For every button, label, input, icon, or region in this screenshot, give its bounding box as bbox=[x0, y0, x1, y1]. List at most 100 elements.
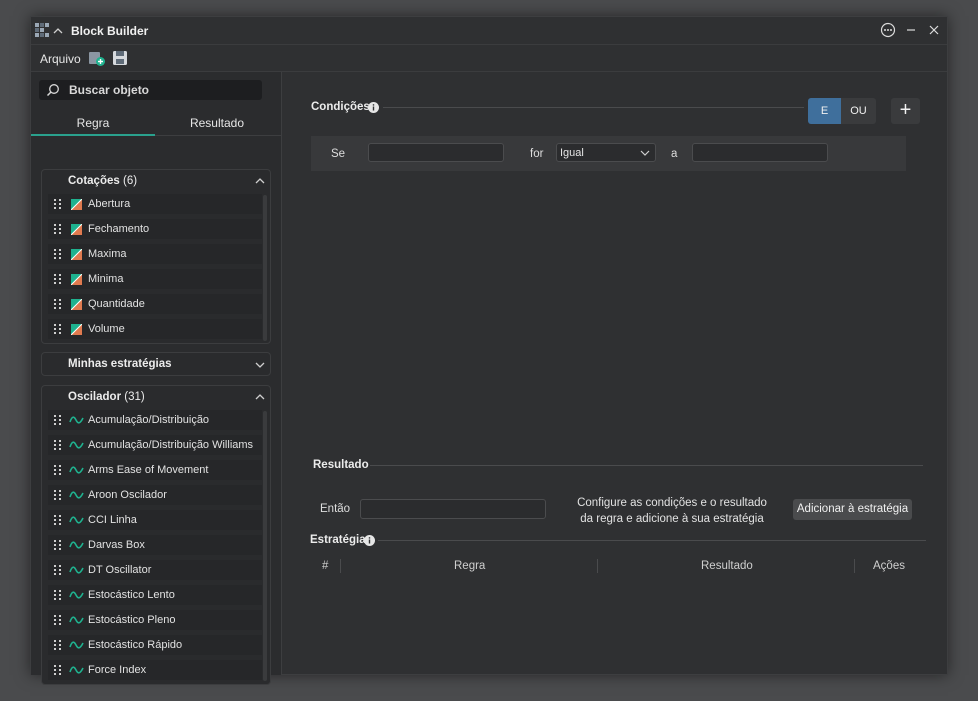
drag-handle-icon[interactable] bbox=[54, 199, 62, 209]
app-logo-icon bbox=[35, 23, 49, 37]
column-header-resultado[interactable]: Resultado bbox=[701, 560, 753, 572]
group-header-minhas-estrategias[interactable]: Minhas estratégias bbox=[42, 353, 270, 375]
group-header-cotacoes[interactable]: Cotações (6) bbox=[42, 170, 270, 192]
list-item[interactable]: Abertura bbox=[48, 194, 262, 214]
list-item-label: Estocástico Lento bbox=[88, 589, 175, 601]
list-item[interactable]: Aroon Oscilador bbox=[48, 485, 262, 505]
info-icon[interactable] bbox=[364, 535, 375, 546]
logic-or-button[interactable]: OU bbox=[841, 98, 876, 124]
list-item-label: Fechamento bbox=[88, 223, 150, 235]
search-placeholder: Buscar objeto bbox=[69, 83, 150, 97]
list-item[interactable]: DT Oscillator bbox=[48, 560, 262, 580]
column-header-acoes[interactable]: Ações bbox=[873, 560, 905, 572]
list-item[interactable]: Acumulação/Distribuição bbox=[48, 410, 262, 430]
group-title: Cotações (6) bbox=[68, 175, 138, 187]
info-icon[interactable] bbox=[368, 102, 379, 113]
drag-handle-icon[interactable] bbox=[54, 565, 62, 575]
search-input[interactable]: Buscar objeto bbox=[39, 80, 262, 100]
help-text: Configure as condições e o resultado da … bbox=[577, 497, 767, 525]
list-item-label: Force Index bbox=[88, 664, 147, 676]
group-scrollbar[interactable] bbox=[263, 411, 267, 681]
list-item-label: Arms Ease of Movement bbox=[88, 464, 209, 476]
minimize-icon[interactable] bbox=[902, 21, 920, 39]
drag-handle-icon[interactable] bbox=[54, 615, 62, 625]
drag-handle-icon[interactable] bbox=[54, 515, 62, 525]
drag-handle-icon[interactable] bbox=[54, 440, 62, 450]
list-item[interactable]: Estocástico Pleno bbox=[48, 610, 262, 630]
tab-resultado[interactable]: Resultado bbox=[155, 116, 279, 130]
collapse-caret-icon[interactable] bbox=[53, 26, 63, 36]
close-icon[interactable] bbox=[925, 21, 943, 39]
group-scrollbar[interactable] bbox=[263, 195, 267, 341]
list-item[interactable]: Arms Ease of Movement bbox=[48, 460, 262, 480]
chevron-up-icon[interactable] bbox=[254, 391, 266, 403]
logic-and-button[interactable]: E bbox=[808, 98, 841, 124]
title-bar: Block Builder bbox=[31, 17, 947, 45]
a-label: a bbox=[671, 148, 678, 160]
list-item[interactable]: Fechamento bbox=[48, 219, 262, 239]
list-item[interactable]: Darvas Box bbox=[48, 535, 262, 555]
drag-handle-icon[interactable] bbox=[54, 274, 62, 284]
drag-handle-icon[interactable] bbox=[54, 324, 62, 334]
quote-series-icon bbox=[71, 274, 82, 285]
condition-row: Se for Igual a bbox=[311, 136, 906, 171]
drag-handle-icon[interactable] bbox=[54, 490, 62, 500]
list-item[interactable]: Maxima bbox=[48, 244, 262, 264]
drag-handle-icon[interactable] bbox=[54, 224, 62, 234]
list-item[interactable]: Estocástico Lento bbox=[48, 585, 262, 605]
comparison-select[interactable]: Igual bbox=[556, 143, 656, 162]
list-item[interactable]: Quantidade bbox=[48, 294, 262, 314]
condition-left-input[interactable] bbox=[368, 143, 504, 162]
group-header-oscilador[interactable]: Oscilador (31) bbox=[42, 386, 270, 408]
column-header-number[interactable]: # bbox=[322, 560, 328, 572]
drag-handle-icon[interactable] bbox=[54, 465, 62, 475]
rule-editor: Condições E OU + Se for Igual a Resultad… bbox=[282, 72, 947, 675]
list-item-label: Estocástico Pleno bbox=[88, 614, 176, 626]
list-item-label: Estocástico Rápido bbox=[88, 639, 183, 651]
oscillator-wave-icon bbox=[69, 591, 84, 599]
condition-right-input[interactable] bbox=[692, 143, 828, 162]
divider bbox=[370, 465, 923, 466]
oscillator-wave-icon bbox=[69, 516, 84, 524]
se-label: Se bbox=[331, 148, 346, 160]
tab-regra[interactable]: Regra bbox=[31, 116, 155, 130]
column-separator bbox=[854, 559, 855, 573]
save-icon[interactable] bbox=[111, 49, 129, 67]
list-item[interactable]: Estocástico Rápido bbox=[48, 635, 262, 655]
column-separator bbox=[597, 559, 598, 573]
list-item-label: Aroon Oscilador bbox=[88, 489, 167, 501]
for-label: for bbox=[530, 148, 544, 160]
list-item[interactable]: Volume bbox=[48, 319, 262, 339]
list-item[interactable]: Minima bbox=[48, 269, 262, 289]
list-item-label: Acumulação/Distribuição Williams bbox=[88, 439, 254, 451]
add-condition-button[interactable]: + bbox=[891, 98, 920, 124]
block-builder-window: Block Builder Arquivo Buscar objeto Regr… bbox=[30, 16, 948, 685]
drag-handle-icon[interactable] bbox=[54, 415, 62, 425]
oscillator-wave-icon bbox=[69, 466, 84, 474]
drag-handle-icon[interactable] bbox=[54, 540, 62, 550]
list-item-label: Minima bbox=[88, 273, 124, 285]
search-icon bbox=[46, 84, 59, 97]
oscillator-wave-icon bbox=[69, 416, 84, 424]
column-separator bbox=[340, 559, 341, 573]
drag-handle-icon[interactable] bbox=[54, 640, 62, 650]
column-header-regra[interactable]: Regra bbox=[454, 560, 485, 572]
conditions-label: Condições bbox=[311, 101, 370, 113]
chevron-up-icon[interactable] bbox=[254, 175, 266, 187]
list-item[interactable]: Force Index bbox=[48, 660, 262, 680]
add-to-strategy-button[interactable]: Adicionar à estratégia bbox=[793, 499, 912, 520]
list-item[interactable]: CCI Linha bbox=[48, 510, 262, 530]
drag-handle-icon[interactable] bbox=[54, 299, 62, 309]
drag-handle-icon[interactable] bbox=[54, 665, 62, 675]
chevron-down-icon[interactable] bbox=[254, 359, 266, 371]
result-input[interactable] bbox=[360, 499, 546, 519]
drag-handle-icon[interactable] bbox=[54, 590, 62, 600]
more-options-icon[interactable] bbox=[879, 21, 897, 39]
drag-handle-icon[interactable] bbox=[54, 249, 62, 259]
quote-series-icon bbox=[71, 199, 82, 210]
list-item[interactable]: Acumulação/Distribuição Williams bbox=[48, 435, 262, 455]
menu-arquivo[interactable]: Arquivo bbox=[40, 52, 81, 66]
group-cotacoes: Cotações (6) Abertura Fechamento Maxima Min… bbox=[41, 169, 271, 344]
comparison-select-value: Igual bbox=[560, 147, 584, 159]
new-block-icon[interactable] bbox=[88, 49, 106, 67]
